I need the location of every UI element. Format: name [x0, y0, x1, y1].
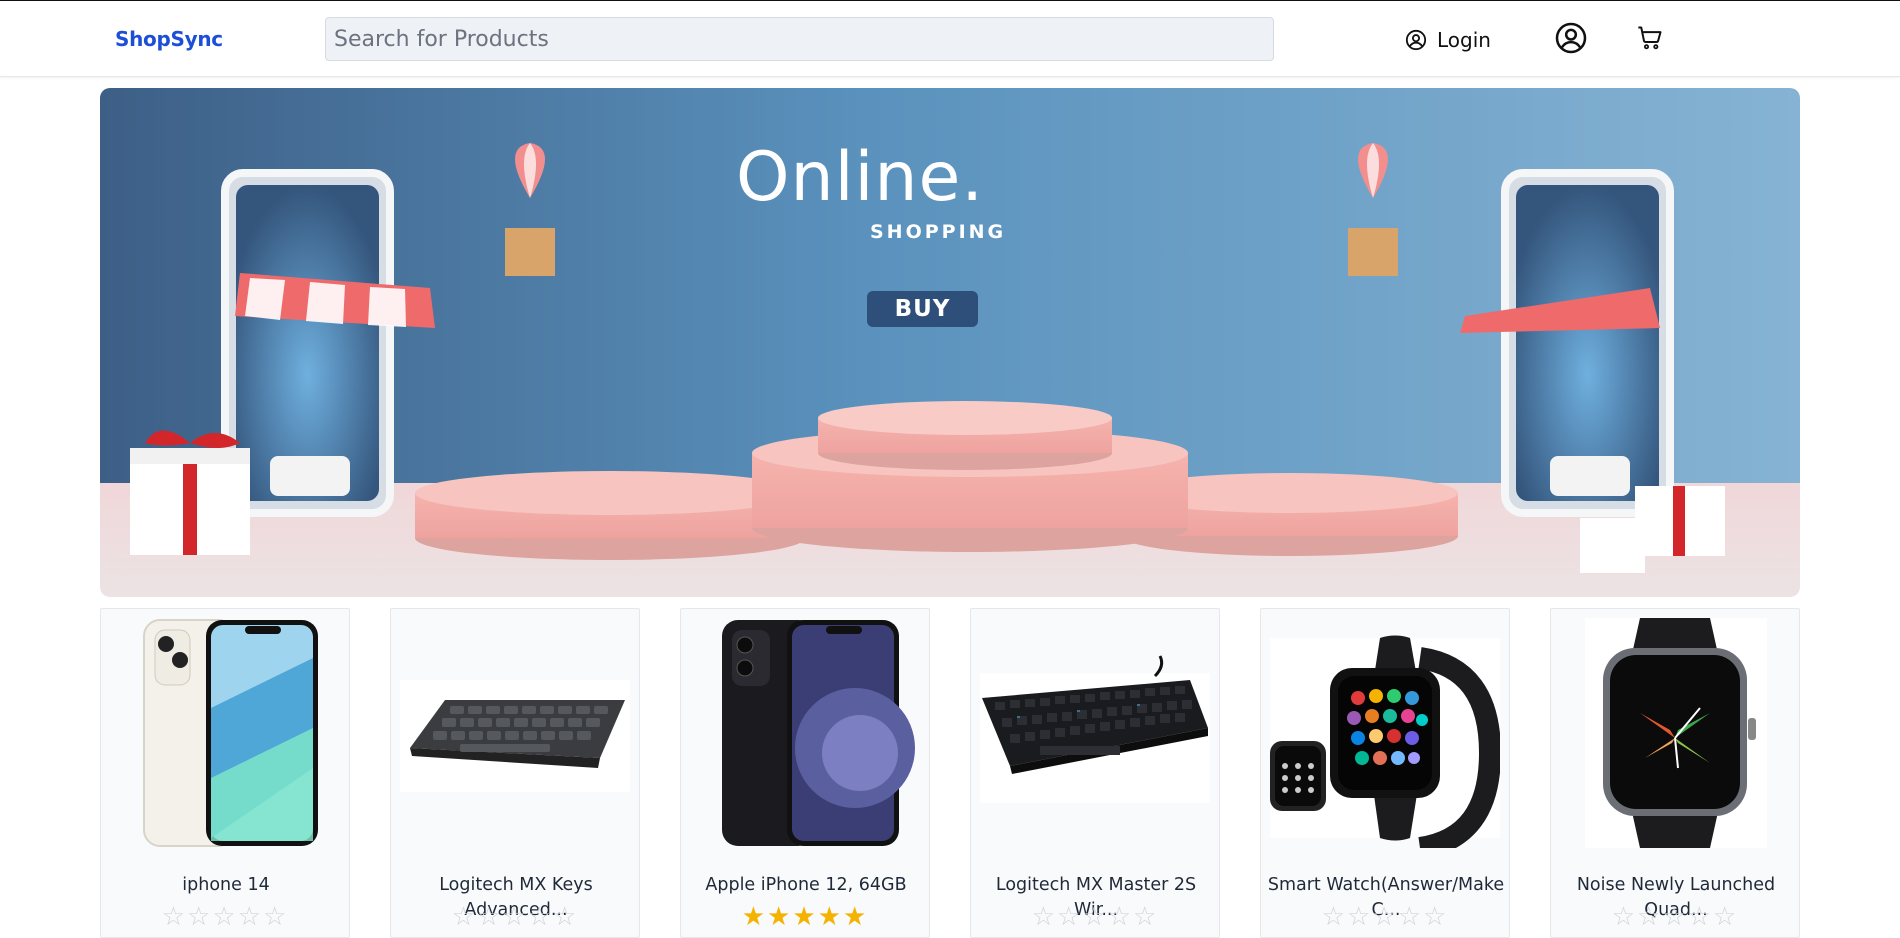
star-empty-icon: ☆: [1397, 901, 1423, 931]
star-empty-icon: ☆: [1347, 901, 1373, 931]
star-filled-icon: ★: [817, 901, 843, 931]
login-label: Login: [1437, 28, 1491, 52]
product-grid: iphone 14 ☆☆☆☆☆ Logitech MX Keys Advance…: [100, 608, 1800, 938]
star-empty-icon: ☆: [1662, 901, 1688, 931]
star-filled-icon: ★: [792, 901, 818, 931]
star-empty-icon: ☆: [212, 901, 238, 931]
cart-icon[interactable]: [1636, 24, 1664, 52]
star-empty-icon: ☆: [187, 901, 213, 931]
star-empty-icon: ☆: [237, 901, 263, 931]
star-filled-icon: ★: [767, 901, 793, 931]
product-image-mechanical-keyboard[interactable]: [980, 618, 1210, 848]
top-navbar: ShopSync Login: [0, 1, 1900, 77]
star-empty-icon: ☆: [161, 901, 188, 931]
star-empty-icon: ☆: [1422, 901, 1449, 931]
brand-logo[interactable]: ShopSync: [115, 27, 223, 51]
star-empty-icon: ☆: [1132, 901, 1159, 931]
product-image-compact-keyboard[interactable]: [400, 618, 630, 848]
product-image-noise-smartwatch[interactable]: [1560, 618, 1790, 848]
account-icon[interactable]: [1555, 22, 1587, 54]
product-card[interactable]: Apple iPhone 12, 64GB ★★★★★: [680, 608, 930, 938]
star-empty-icon: ☆: [1321, 901, 1348, 931]
star-empty-icon: ☆: [1031, 901, 1058, 931]
product-image-white-iphone[interactable]: [110, 618, 340, 848]
star-rating: ☆☆☆☆☆: [971, 903, 1219, 929]
banner-subline: SHOPPING: [870, 221, 1007, 243]
star-empty-icon: ☆: [1712, 901, 1739, 931]
star-empty-icon: ☆: [1082, 901, 1108, 931]
star-rating: ☆☆☆☆☆: [391, 903, 639, 929]
star-empty-icon: ☆: [527, 901, 553, 931]
star-empty-icon: ☆: [1687, 901, 1713, 931]
login-button[interactable]: Login: [1405, 25, 1491, 55]
product-card[interactable]: Noise Newly Launched Quad... ☆☆☆☆☆: [1550, 608, 1800, 938]
star-rating: ★★★★★: [681, 903, 929, 929]
star-empty-icon: ☆: [477, 901, 503, 931]
star-filled-icon: ★: [741, 901, 768, 931]
star-empty-icon: ☆: [451, 901, 478, 931]
product-image-smartwatch[interactable]: [1270, 618, 1500, 848]
star-empty-icon: ☆: [1637, 901, 1663, 931]
hero-banner[interactable]: Online. SHOPPING BUY: [100, 88, 1800, 597]
star-empty-icon: ☆: [1107, 901, 1133, 931]
user-circle-icon: [1405, 29, 1427, 51]
product-card[interactable]: Logitech MX Keys Advanced... ☆☆☆☆☆: [390, 608, 640, 938]
star-empty-icon: ☆: [1057, 901, 1083, 931]
search-input[interactable]: [325, 17, 1274, 61]
star-rating: ☆☆☆☆☆: [1551, 903, 1799, 929]
product-name[interactable]: iphone 14: [105, 873, 347, 898]
product-card[interactable]: Logitech MX Master 2S Wir... ☆☆☆☆☆: [970, 608, 1220, 938]
banner-buy-button[interactable]: BUY: [867, 291, 978, 327]
product-card[interactable]: Smart Watch(Answer/Make C... ☆☆☆☆☆: [1260, 608, 1510, 938]
star-rating: ☆☆☆☆☆: [101, 903, 349, 929]
product-name[interactable]: Apple iPhone 12, 64GB: [685, 873, 927, 898]
star-filled-icon: ★: [842, 901, 869, 931]
star-rating: ☆☆☆☆☆: [1261, 903, 1509, 929]
star-empty-icon: ☆: [262, 901, 289, 931]
star-empty-icon: ☆: [502, 901, 528, 931]
star-empty-icon: ☆: [552, 901, 579, 931]
star-empty-icon: ☆: [1372, 901, 1398, 931]
product-image-black-iphone[interactable]: [690, 618, 920, 848]
star-empty-icon: ☆: [1611, 901, 1638, 931]
banner-headline: Online.: [736, 138, 984, 217]
product-card[interactable]: iphone 14 ☆☆☆☆☆: [100, 608, 350, 938]
